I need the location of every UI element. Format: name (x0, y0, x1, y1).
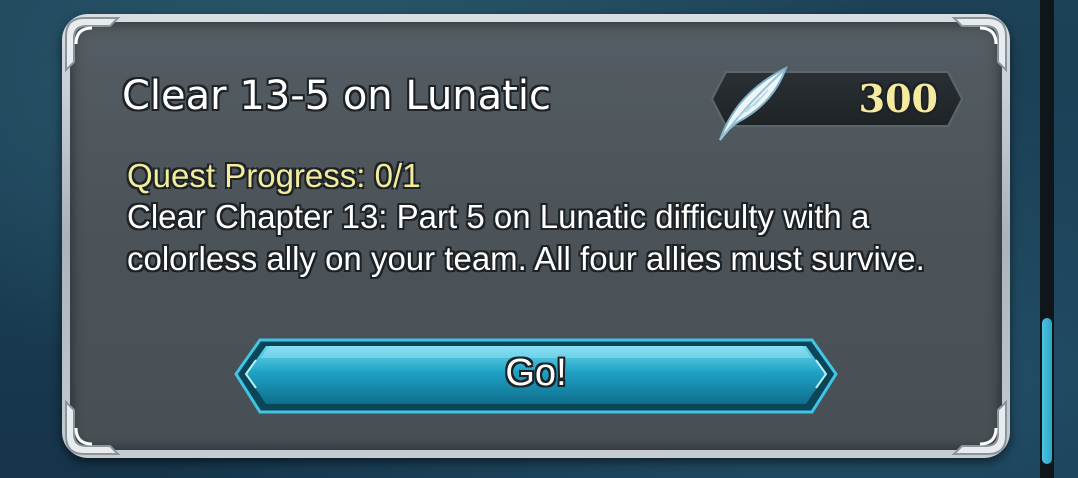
scrollbar[interactable] (1040, 0, 1054, 478)
quest-progress: Quest Progress: 0/1 (127, 157, 421, 194)
reward-amount: 300 (858, 76, 938, 121)
feather-icon (698, 60, 794, 146)
frame-corner-ornament (950, 14, 1010, 74)
quest-card: Clear 13-5 on Lunatic 300 Quest Progress… (62, 14, 1010, 458)
scrollbar-thumb[interactable] (1042, 318, 1052, 464)
frame-corner-ornament (62, 14, 122, 74)
quest-title: Clear 13-5 on Lunatic (122, 73, 551, 119)
go-button[interactable]: Go! (232, 336, 840, 416)
quest-description: Clear Chapter 13: Part 5 on Lunatic diff… (127, 198, 925, 277)
reward-badge: 300 (708, 65, 964, 141)
frame-corner-ornament (62, 398, 122, 458)
go-button-label: Go! (505, 352, 567, 394)
frame-corner-ornament (950, 398, 1010, 458)
game-screen: Clear 13-5 on Lunatic 300 Quest Progress… (0, 0, 1078, 478)
